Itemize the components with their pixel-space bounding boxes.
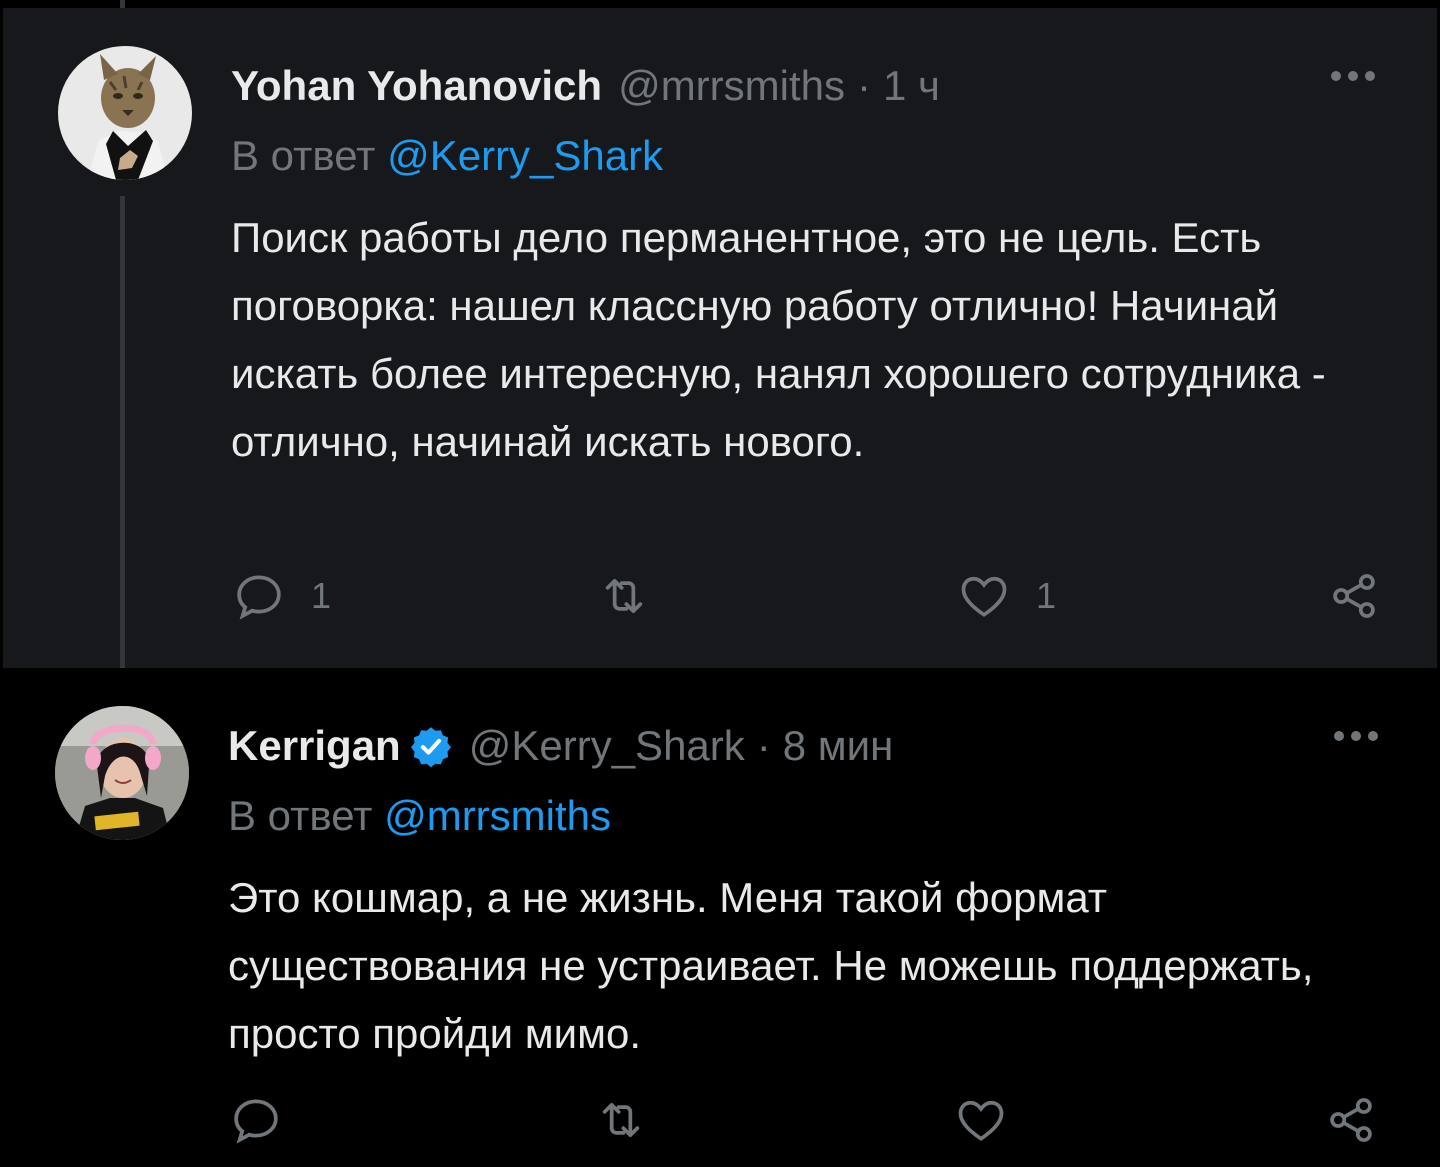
like-button[interactable]: 1 bbox=[956, 568, 1056, 624]
reply-context: В ответ @mrrsmiths bbox=[228, 792, 611, 840]
like-button[interactable] bbox=[953, 1092, 1033, 1148]
separator-dot: · bbox=[756, 722, 771, 769]
reply-icon bbox=[237, 575, 281, 620]
tweet-text: Поиск работы дело перманентное, это не ц… bbox=[231, 214, 1326, 465]
user-handle[interactable]: @Kerry_Shark bbox=[469, 722, 745, 770]
tweet-text: Это кошмар, а не жизнь. Меня такой форма… bbox=[228, 874, 1314, 1057]
display-name[interactable]: Yohan Yohanovich bbox=[231, 62, 602, 110]
more-icon[interactable] bbox=[1334, 726, 1378, 746]
retweet-button[interactable] bbox=[593, 1092, 673, 1148]
timestamp[interactable]: 8 мин bbox=[783, 722, 894, 770]
avatar[interactable] bbox=[55, 706, 189, 840]
retweet-icon bbox=[602, 1102, 640, 1138]
tweet[interactable]: Yohan Yohanovich @mrrsmiths · 1 ч В отве… bbox=[3, 8, 1437, 668]
reply-prefix: В ответ bbox=[231, 132, 376, 179]
share-button[interactable] bbox=[1326, 568, 1382, 624]
like-icon bbox=[961, 576, 1007, 617]
avatar[interactable] bbox=[58, 46, 192, 180]
share-icon bbox=[1330, 1098, 1372, 1142]
more-icon[interactable] bbox=[1331, 66, 1375, 86]
tweet-actions bbox=[228, 1092, 1388, 1152]
share-button[interactable] bbox=[1323, 1092, 1379, 1148]
thread-line bbox=[120, 196, 125, 691]
timestamp[interactable]: 1 ч bbox=[883, 62, 940, 110]
verified-badge-icon bbox=[410, 727, 451, 768]
reply-button[interactable] bbox=[228, 1092, 308, 1148]
tweet-header: Kerrigan @Kerry_Shark · 8 мин bbox=[228, 716, 893, 776]
user-handle[interactable]: @mrrsmiths bbox=[618, 62, 845, 110]
display-name[interactable]: Kerrigan bbox=[228, 722, 401, 770]
reply-icon bbox=[234, 1099, 278, 1144]
like-count: 1 bbox=[1036, 575, 1057, 616]
retweet-button[interactable] bbox=[596, 568, 676, 624]
like-icon bbox=[958, 1100, 1004, 1141]
tweet-header: Yohan Yohanovich @mrrsmiths · 1 ч bbox=[231, 56, 940, 116]
tweet-actions: 1 1 bbox=[231, 568, 1391, 628]
tweet[interactable]: Kerrigan @Kerry_Shark · 8 мин В ответ @m… bbox=[0, 668, 1440, 1167]
separator-dot: · bbox=[857, 62, 872, 109]
reply-prefix: В ответ bbox=[228, 792, 373, 839]
reply-count: 1 bbox=[311, 575, 332, 616]
reply-button[interactable]: 1 bbox=[231, 568, 331, 624]
reply-mention-link[interactable]: @mrrsmiths bbox=[384, 792, 611, 839]
reply-context: В ответ @Kerry_Shark bbox=[231, 132, 663, 180]
retweet-icon bbox=[605, 578, 643, 614]
share-icon bbox=[1333, 574, 1375, 618]
reply-mention-link[interactable]: @Kerry_Shark bbox=[387, 132, 663, 179]
